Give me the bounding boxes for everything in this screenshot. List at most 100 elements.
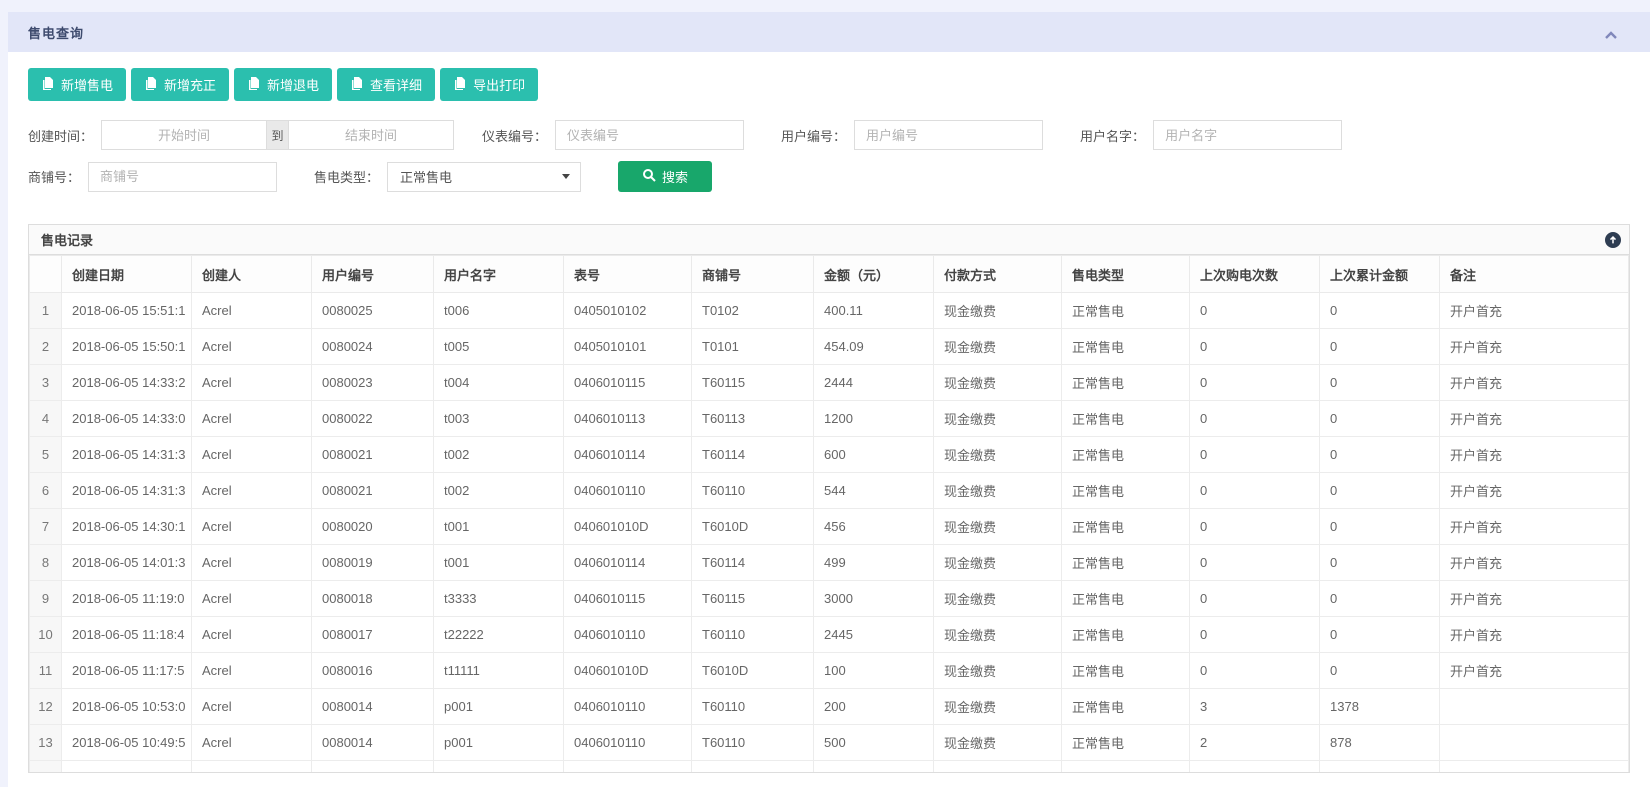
table-cell: 0 — [1320, 329, 1440, 365]
table-row[interactable]: 102018-06-05 11:18:4Acrel0080017t2222204… — [30, 617, 1629, 653]
table-cell: t001 — [434, 509, 564, 545]
table-cell: 0406010110 — [564, 617, 692, 653]
table-cell: t001 — [434, 545, 564, 581]
row-index-cell: 5 — [30, 437, 62, 473]
table-cell: 2018-06-05 14:30:1 — [62, 509, 192, 545]
table-row[interactable]: 122018-06-05 10:53:0Acrel0080014p0010406… — [30, 689, 1629, 725]
search-icon — [642, 168, 656, 185]
file-copy-icon — [350, 76, 363, 93]
user-name-label: 用户名字： — [1080, 126, 1145, 145]
sale-type-select[interactable]: 正常售电 — [387, 162, 581, 192]
table-cell: 0 — [1190, 365, 1320, 401]
table-cell: 2018-06-05 11:17:5 — [62, 653, 192, 689]
row-index-cell: 6 — [30, 473, 62, 509]
table-cell: 456 — [814, 509, 934, 545]
table-cell: 2 — [1190, 725, 1320, 761]
shop-no-label: 商铺号： — [28, 167, 80, 186]
table-header-cell: 备注 — [1440, 256, 1629, 293]
table-cell: 0406010115 — [564, 365, 692, 401]
table-cell: 0080020 — [312, 509, 434, 545]
user-no-input[interactable] — [854, 120, 1043, 150]
table-header-cell: 售电类型 — [1062, 256, 1190, 293]
records-table: 创建日期创建人用户编号用户名字表号商铺号金额（元）付款方式售电类型上次购电次数上… — [29, 255, 1629, 773]
table-cell: 499 — [814, 545, 934, 581]
table-row[interactable]: 52018-06-05 14:31:3Acrel0080021t00204060… — [30, 437, 1629, 473]
meter-no-input[interactable] — [555, 120, 744, 150]
table-row[interactable]: 112018-06-05 11:17:5Acrel0080016t1111104… — [30, 653, 1629, 689]
table-row[interactable]: 12018-06-05 15:51:1Acrel0080025t00604050… — [30, 293, 1629, 329]
table-cell: Acrel — [192, 401, 312, 437]
table-cell: 开户首充 — [1440, 545, 1629, 581]
table-row[interactable]: 72018-06-05 14:30:1Acrel0080020t00104060… — [30, 509, 1629, 545]
add-correction-button[interactable]: 新增充正 — [131, 68, 229, 101]
table-cell: Acrel — [192, 473, 312, 509]
table-row[interactable]: 22018-06-05 15:50:1Acrel0080024t00504050… — [30, 329, 1629, 365]
table-cell: 现金缴费 — [934, 365, 1062, 401]
table-cell: 0 — [1320, 473, 1440, 509]
table-cell: 0 — [1190, 329, 1320, 365]
table-cell: 2018-06-05 14:31:3 — [62, 437, 192, 473]
table-cell: Acrel — [192, 509, 312, 545]
toolbar: 新增售电 新增充正 新增退电 查看详细 — [28, 68, 1630, 101]
table-cell: t002 — [434, 473, 564, 509]
table-cell: 2018-06-05 14:01:3 — [62, 545, 192, 581]
table-cell: 开户首充 — [1440, 293, 1629, 329]
panel-body: 新增售电 新增充正 新增退电 查看详细 — [8, 52, 1650, 773]
date-to-label: 到 — [267, 120, 288, 150]
collapse-up-icon[interactable] — [1605, 232, 1621, 248]
button-label: 查看详细 — [370, 75, 422, 94]
table-cell: 正常售电 — [1062, 509, 1190, 545]
table-cell: 开户首充 — [1440, 401, 1629, 437]
table-cell: 0406010114 — [564, 545, 692, 581]
table-row[interactable]: 82018-06-05 14:01:3Acrel0080019t00104060… — [30, 545, 1629, 581]
table-cell: 0080023 — [312, 365, 434, 401]
table-cell: 2445 — [814, 617, 934, 653]
table-cell: T60114 — [692, 437, 814, 473]
table-row[interactable]: 32018-06-05 14:33:2Acrel0080023t00404060… — [30, 365, 1629, 401]
shop-no-input[interactable] — [88, 162, 277, 192]
meter-no-label: 仪表编号： — [482, 126, 547, 145]
button-label: 搜索 — [662, 167, 688, 186]
table-cell: 0080014 — [312, 725, 434, 761]
table-cell: 0 — [1320, 365, 1440, 401]
table-row[interactable]: 132018-06-05 10:49:5Acrel0080014p0010406… — [30, 725, 1629, 761]
table-cell: 0 — [1320, 437, 1440, 473]
records-panel-header: 售电记录 — [29, 225, 1629, 255]
export-print-button[interactable]: 导出打印 — [440, 68, 538, 101]
table-cell: 正常售电 — [1062, 293, 1190, 329]
table-cell: t3333 — [434, 581, 564, 617]
table-header-row: 创建日期创建人用户编号用户名字表号商铺号金额（元）付款方式售电类型上次购电次数上… — [30, 256, 1629, 293]
add-sale-button[interactable]: 新增售电 — [28, 68, 126, 101]
add-refund-button[interactable]: 新增退电 — [234, 68, 332, 101]
table-cell: T60110 — [692, 689, 814, 725]
table-row[interactable]: 42018-06-05 14:33:0Acrel0080022t00304060… — [30, 401, 1629, 437]
table-header-cell: 创建人 — [192, 256, 312, 293]
table-cell: 开户首充 — [1440, 437, 1629, 473]
file-copy-icon — [247, 76, 260, 93]
table-cell: 0 — [1320, 581, 1440, 617]
table-row[interactable]: 62018-06-05 14:31:3Acrel0080021t00204060… — [30, 473, 1629, 509]
table-cell: 040601010D — [564, 653, 692, 689]
filter-row-2: 商铺号： 售电类型： 正常售电 搜索 — [28, 161, 1630, 192]
table-cell: 正常售电 — [1062, 617, 1190, 653]
table-cell: 正常售电 — [1062, 689, 1190, 725]
table-row[interactable]: 92018-06-05 11:19:0Acrel0080018t33330406… — [30, 581, 1629, 617]
table-cell: 0 — [1190, 545, 1320, 581]
end-time-input[interactable] — [288, 120, 454, 150]
table-cell: 400.11 — [814, 293, 934, 329]
table-cell: 0 — [1190, 401, 1320, 437]
created-time-label: 创建时间： — [28, 126, 93, 145]
chevron-up-icon[interactable] — [1604, 27, 1618, 37]
table-cell: 2018-06-05 10:48:1 — [62, 761, 192, 774]
table-cell: 2018-06-05 14:33:0 — [62, 401, 192, 437]
table-cell: Acrel — [192, 725, 312, 761]
user-name-input[interactable] — [1153, 120, 1342, 150]
start-time-input[interactable] — [101, 120, 267, 150]
table-cell: 正常售电 — [1062, 581, 1190, 617]
table-cell: 0 — [1320, 401, 1440, 437]
view-detail-button[interactable]: 查看详细 — [337, 68, 435, 101]
table-cell: 现金缴费 — [934, 653, 1062, 689]
table-row[interactable]: 142018-06-05 10:48:1Acrel0080014p0010406… — [30, 761, 1629, 774]
table-cell: p001 — [434, 689, 564, 725]
search-button[interactable]: 搜索 — [618, 161, 712, 192]
